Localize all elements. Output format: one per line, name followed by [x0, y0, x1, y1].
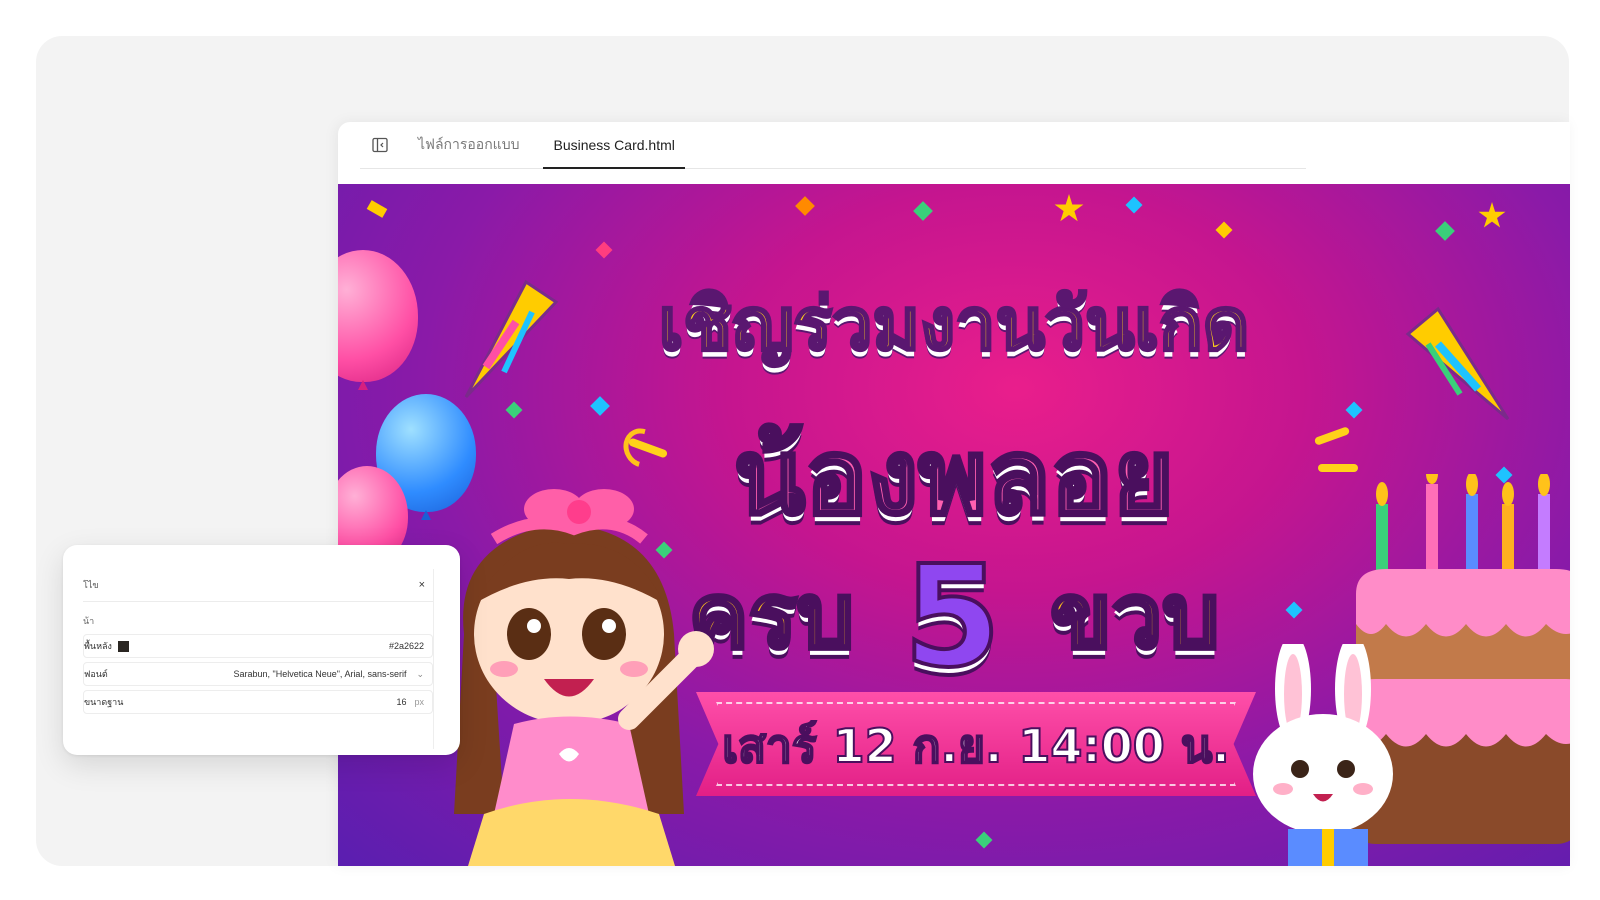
- close-icon[interactable]: ×: [419, 579, 433, 591]
- confetti-piece: [1435, 221, 1455, 241]
- confetti-piece: [1215, 221, 1233, 239]
- background-value: #2a2622: [388, 641, 424, 651]
- tab-business-card-label: Business Card.html: [553, 137, 675, 153]
- background-color-field[interactable]: พื้นหลัง #2a2622: [83, 634, 433, 658]
- tab-bar: ไฟล์การออกแบบ Business Card.html: [360, 122, 1306, 169]
- font-family-select[interactable]: ฟอนต์ Sarabun, "Helvetica Neue", Arial, …: [83, 662, 433, 686]
- event-date-time: เสาร์ 12 ก.ย. 14:00 น.: [721, 718, 1231, 774]
- invitation-title: เชิญร่วมงานวันเกิด: [657, 281, 1251, 368]
- section-label: น้า: [83, 616, 95, 626]
- tab-business-card[interactable]: Business Card.html: [543, 122, 686, 169]
- girl-illustration: [454, 489, 714, 866]
- confetti-piece: [366, 200, 388, 218]
- base-size-label: ขนาดฐาน: [84, 697, 124, 707]
- star-icon: [1478, 202, 1506, 228]
- confetti-piece: [795, 196, 815, 216]
- star-icon: [1054, 194, 1084, 222]
- confetti-piece: [913, 201, 933, 221]
- sidebar-toggle-icon: [372, 137, 388, 153]
- properties-title: โไข: [83, 580, 99, 590]
- color-swatch[interactable]: [117, 640, 129, 652]
- base-size-field[interactable]: ขนาดฐาน 16 px: [83, 690, 433, 714]
- properties-header: โไข ×: [83, 569, 433, 602]
- design-canvas[interactable]: เชิญร่วมงานวันเกิด น้องพลอย ครบ 5 ขวบ เส…: [338, 184, 1570, 866]
- age-number: 5: [902, 534, 1003, 701]
- font-value: Sarabun, "Helvetica Neue", Arial, sans-s…: [233, 669, 407, 679]
- confetti-piece: [595, 241, 613, 259]
- editor-window: ไฟล์การออกแบบ Business Card.html เชิญร่ว…: [338, 122, 1570, 866]
- font-label: ฟอนต์: [84, 669, 108, 679]
- chevron-down-icon: ⌄: [416, 668, 424, 679]
- background-label: พื้นหลัง: [84, 641, 112, 651]
- sidebar-toggle-button[interactable]: [360, 122, 400, 168]
- properties-panel: โไข × น้า พื้นหลัง #2a2622 ฟอนต์ Sarabun…: [63, 545, 460, 755]
- base-size-unit: px: [414, 697, 424, 707]
- confetti-piece: [975, 831, 993, 849]
- age-suffix: ขวบ: [1048, 562, 1221, 671]
- tab-design-files-label: ไฟล์การออกแบบ: [418, 136, 520, 152]
- bunny-illustration: [1253, 644, 1393, 866]
- confetti-piece: [1125, 196, 1143, 214]
- properties-panel-content: โไข × น้า พื้นหลัง #2a2622 ฟอนต์ Sarabun…: [83, 569, 434, 749]
- tab-design-files[interactable]: ไฟล์การออกแบบ: [408, 122, 529, 168]
- base-size-value: 16: [396, 697, 407, 707]
